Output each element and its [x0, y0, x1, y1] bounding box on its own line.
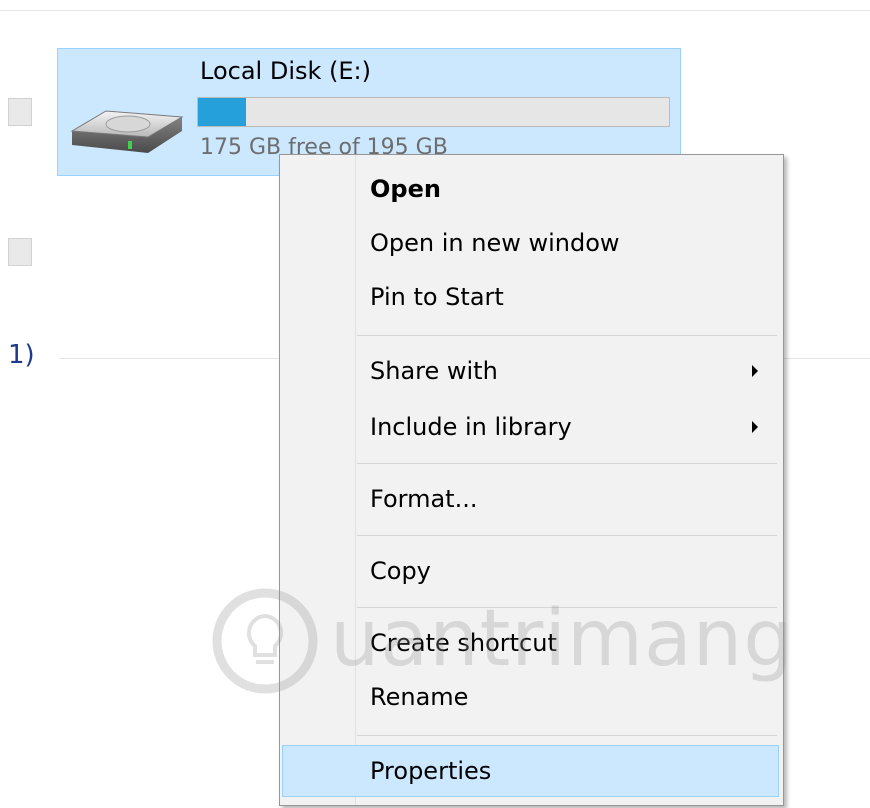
- menu-item-label: Open in new window: [370, 229, 620, 257]
- menu-item-label: Copy: [370, 557, 431, 585]
- menu-item-label: Format...: [370, 485, 478, 513]
- menu-item-label: Rename: [370, 683, 469, 711]
- drive-usage-fill: [198, 98, 247, 126]
- menu-item-share-with[interactable]: Share with: [282, 345, 779, 397]
- menu-item-create-shortcut[interactable]: Create shortcut: [282, 617, 779, 669]
- menu-item-format[interactable]: Format...: [282, 473, 779, 525]
- menu-item-pin-to-start[interactable]: Pin to Start: [282, 271, 779, 323]
- menu-item-include-in-library[interactable]: Include in library: [282, 401, 779, 453]
- menu-item-label: Share with: [370, 357, 498, 385]
- submenu-arrow-icon: [752, 365, 758, 377]
- hard-drive-icon: [70, 110, 184, 153]
- menu-item-open[interactable]: Open: [282, 163, 779, 215]
- item-checkbox[interactable]: [8, 238, 32, 266]
- menu-separator: [357, 463, 777, 464]
- item-checkbox[interactable]: [8, 98, 32, 126]
- menu-item-label: Include in library: [370, 413, 572, 441]
- menu-item-label: Create shortcut: [370, 629, 557, 657]
- drive-usage-bar: [197, 97, 670, 127]
- menu-separator: [357, 335, 777, 336]
- menu-item-copy[interactable]: Copy: [282, 545, 779, 597]
- menu-separator: [357, 607, 777, 608]
- menu-separator: [357, 735, 777, 736]
- submenu-arrow-icon: [752, 421, 758, 433]
- menu-item-rename[interactable]: Rename: [282, 671, 779, 723]
- menu-separator: [357, 535, 777, 536]
- menu-item-label: Properties: [370, 757, 492, 785]
- group-label: 1): [8, 340, 35, 370]
- menu-item-open-in-new-window[interactable]: Open in new window: [282, 217, 779, 269]
- menu-item-label: Open: [370, 175, 441, 203]
- top-divider: [0, 10, 870, 11]
- menu-item-properties[interactable]: Properties: [282, 745, 779, 797]
- drive-name: Local Disk (E:): [200, 57, 371, 85]
- context-menu: Open Open in new window Pin to Start Sha…: [279, 154, 784, 806]
- menu-item-label: Pin to Start: [370, 283, 504, 311]
